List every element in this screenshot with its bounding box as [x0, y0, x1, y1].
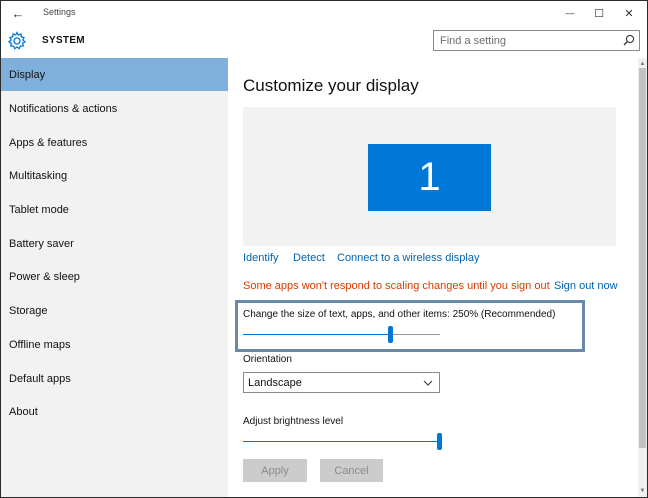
sidebar-item-battery-saver[interactable]: Battery saver: [1, 227, 228, 260]
scaling-label: Change the size of text, apps, and other…: [243, 309, 556, 320]
sidebar-item-label: Storage: [9, 304, 48, 317]
sidebar-item-notifications[interactable]: Notifications & actions: [1, 92, 228, 125]
scaling-highlight: [235, 300, 585, 352]
detect-link[interactable]: Detect: [293, 252, 325, 264]
sidebar-item-multitasking[interactable]: Multitasking: [1, 159, 228, 192]
brightness-label: Adjust brightness level: [243, 416, 344, 427]
scaling-slider-fill: [243, 334, 391, 335]
apply-button[interactable]: Apply: [243, 459, 307, 482]
close-button[interactable]: ✕: [614, 1, 644, 25]
sidebar-item-offline-maps[interactable]: Offline maps: [1, 328, 228, 361]
scrollbar-thumb[interactable]: [639, 68, 646, 448]
sidebar-item-display[interactable]: Display: [1, 58, 228, 91]
sidebar-item-default-apps[interactable]: Default apps: [1, 362, 228, 395]
sidebar-item-label: Default apps: [9, 372, 71, 385]
cancel-button-label: Cancel: [334, 464, 369, 477]
brightness-slider-fill: [243, 441, 440, 442]
sidebar-item-label: Power & sleep: [9, 270, 80, 283]
sidebar-item-label: Multitasking: [9, 169, 68, 182]
scroll-down-icon[interactable]: ▼: [638, 487, 647, 495]
connect-wireless-display-link[interactable]: Connect to a wireless display: [337, 252, 479, 264]
scaling-warning: Some apps won't respond to scaling chang…: [243, 280, 550, 292]
settings-window: ← Settings — ☐ ✕ SYSTEM Display No: [0, 0, 648, 498]
identify-link[interactable]: Identify: [243, 252, 278, 264]
sidebar-item-about[interactable]: About: [1, 395, 228, 428]
search-box[interactable]: [433, 30, 640, 51]
display-preview: 1: [243, 107, 616, 246]
title-bar: ← Settings — ☐ ✕: [1, 1, 647, 25]
search-icon[interactable]: [623, 34, 635, 46]
main-content: Customize your display 1 Identify Detect…: [228, 58, 638, 497]
scaling-slider-track: [391, 334, 440, 335]
scaling-slider-thumb[interactable]: [388, 326, 393, 343]
chevron-down-icon: [423, 380, 433, 386]
section-title: SYSTEM: [42, 35, 85, 46]
sidebar-item-power-sleep[interactable]: Power & sleep: [1, 260, 228, 293]
monitor-tile[interactable]: 1: [368, 144, 491, 211]
back-arrow-icon: ←: [11, 5, 25, 21]
sidebar-item-label: Battery saver: [9, 237, 74, 250]
sidebar-item-storage[interactable]: Storage: [1, 294, 228, 327]
close-icon: ✕: [624, 7, 634, 20]
monitor-number: 1: [418, 155, 441, 199]
orientation-label: Orientation: [243, 354, 292, 365]
cancel-button[interactable]: Cancel: [320, 459, 383, 482]
sidebar-item-apps-features[interactable]: Apps & features: [1, 126, 228, 159]
orientation-selected: Landscape: [248, 376, 302, 389]
scroll-up-icon[interactable]: ▲: [638, 60, 647, 68]
orientation-dropdown[interactable]: Landscape: [243, 372, 440, 393]
sidebar-item-label: Apps & features: [9, 136, 88, 149]
page-title: Customize your display: [243, 76, 419, 95]
sidebar-item-label: About: [9, 405, 38, 418]
minimize-icon: —: [565, 8, 575, 18]
apply-button-label: Apply: [261, 464, 289, 477]
sidebar-item-label: Tablet mode: [9, 203, 69, 216]
search-input[interactable]: [434, 31, 620, 50]
back-button[interactable]: ←: [3, 1, 33, 25]
sign-out-link[interactable]: Sign out now: [554, 280, 618, 292]
brightness-slider-thumb[interactable]: [437, 433, 442, 450]
sidebar: Display Notifications & actions Apps & f…: [1, 58, 228, 497]
sidebar-item-label: Offline maps: [9, 338, 71, 351]
minimize-button[interactable]: —: [555, 1, 585, 25]
maximize-icon: ☐: [594, 7, 604, 20]
window-title: Settings: [43, 7, 76, 17]
vertical-scrollbar[interactable]: ▲ ▼: [638, 58, 647, 497]
sidebar-item-tablet-mode[interactable]: Tablet mode: [1, 193, 228, 226]
sidebar-item-label: Notifications & actions: [9, 102, 118, 115]
sidebar-item-label: Display: [9, 68, 46, 81]
maximize-button[interactable]: ☐: [584, 1, 614, 25]
gear-icon: [7, 31, 27, 50]
